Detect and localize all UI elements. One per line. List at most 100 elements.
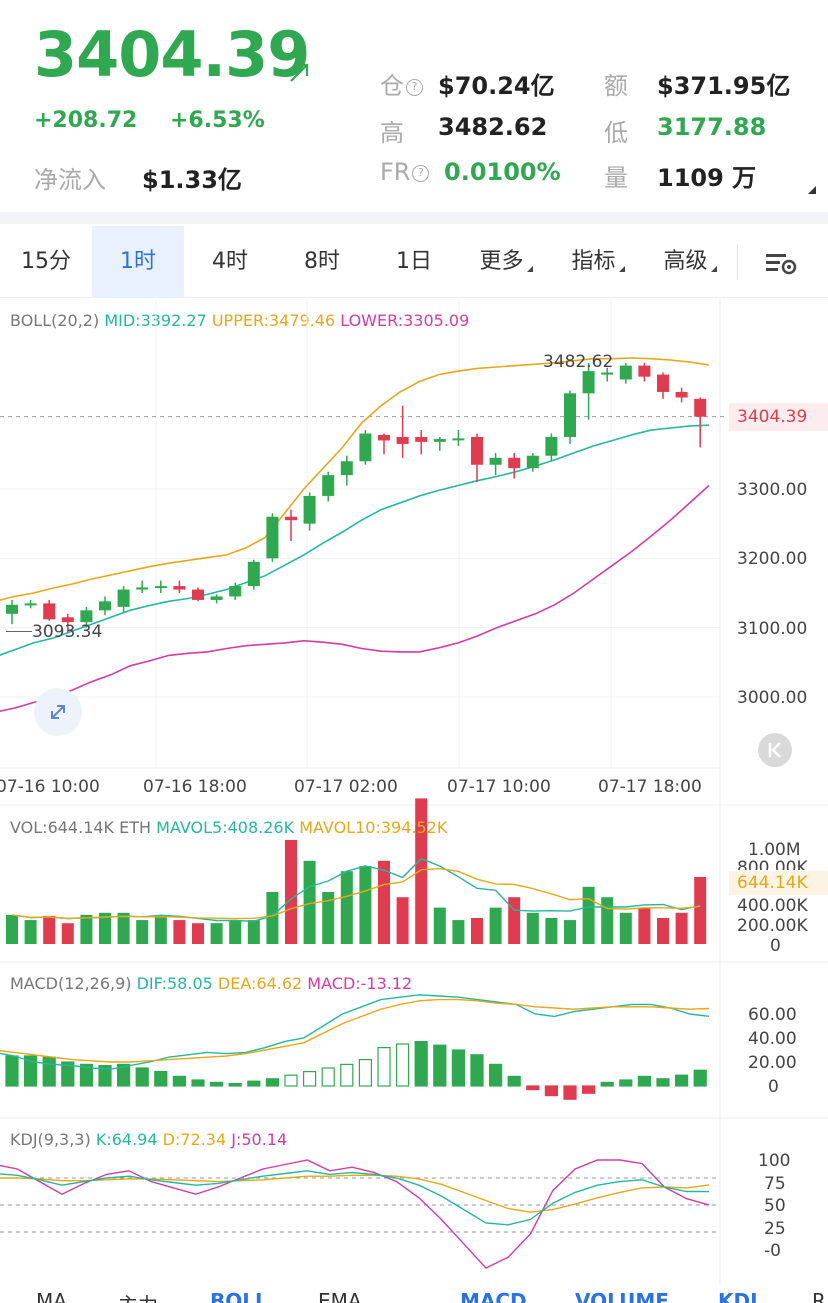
volume-bar xyxy=(657,918,669,944)
volume-bar xyxy=(117,912,130,944)
fullscreen-button[interactable] xyxy=(34,688,82,736)
candle-body xyxy=(340,461,353,476)
volume-bar xyxy=(359,866,372,944)
macd-axis: 0 xyxy=(768,1077,779,1097)
chart-settings-icon[interactable] xyxy=(764,250,798,276)
volume-bar xyxy=(24,920,37,944)
macd-histogram-bar xyxy=(247,1080,261,1087)
macd-histogram-bar xyxy=(377,1046,391,1087)
amount-value: $371.95亿 xyxy=(657,72,791,100)
amount-label: 额 xyxy=(604,72,628,100)
tab-1h[interactable]: 1时 xyxy=(92,226,184,298)
tab-indicators[interactable]: 指标 xyxy=(552,226,644,298)
macd-histogram-bar xyxy=(693,1069,707,1087)
candle-body xyxy=(471,437,483,465)
kdj-d-line xyxy=(0,1174,710,1213)
volume-bar xyxy=(154,915,167,944)
kdj-axis: 75 xyxy=(764,1174,786,1194)
candle-body xyxy=(638,365,651,377)
time-label: 07-17 18:00 xyxy=(598,777,702,797)
expand-icon xyxy=(51,705,65,719)
candle-body xyxy=(210,596,223,600)
vol-title: VOL:644.14K ETH xyxy=(10,818,152,837)
macd-histogram-bar xyxy=(228,1082,242,1087)
macd-axis: 20.00 xyxy=(748,1053,797,1073)
dropdown-icon xyxy=(710,266,717,272)
volume-bar xyxy=(433,907,446,944)
low-marker-line xyxy=(6,631,32,632)
kdj-k: K:64.94 xyxy=(95,1130,158,1149)
indicator-tab-volume[interactable]: VOLUME xyxy=(575,1289,669,1303)
price-axis-3000: 3000.00 xyxy=(737,688,808,708)
mavol10-line xyxy=(11,867,701,920)
macd-histogram-bar xyxy=(340,1063,354,1087)
funding-rate-value: 0.0100% xyxy=(444,158,561,186)
time-label: 07-16 10:00 xyxy=(0,777,100,797)
volume-bar xyxy=(564,920,576,944)
boll-lower-line xyxy=(0,484,710,713)
candle-body xyxy=(378,434,390,441)
volume-bar xyxy=(526,912,539,944)
indicator-tab-boll[interactable]: BOLL xyxy=(210,1289,268,1303)
candle-body xyxy=(489,457,502,465)
tab-1d[interactable]: 1日 xyxy=(368,226,460,298)
volume-bar xyxy=(619,912,632,944)
macd-dea: DEA:64.62 xyxy=(217,974,303,993)
low-marker: 3093.34 xyxy=(32,622,103,642)
tab-4h[interactable]: 4时 xyxy=(184,226,276,298)
macd-histogram-bar xyxy=(42,1056,56,1087)
candle-body xyxy=(285,516,297,521)
volume-bar xyxy=(675,912,688,944)
dropdown-icon xyxy=(526,266,533,272)
funding-rate-label: FR? xyxy=(380,158,430,186)
help-icon[interactable]: ? xyxy=(406,78,423,96)
candle-body xyxy=(601,372,614,375)
low-value: 3177.88 xyxy=(657,113,767,141)
scroll-to-latest-button[interactable] xyxy=(758,733,792,767)
volume-bar xyxy=(136,920,149,944)
volume-bar xyxy=(582,886,595,944)
tab-15m[interactable]: 15分 xyxy=(0,226,92,298)
help-icon[interactable]: ? xyxy=(412,164,430,182)
macd-histogram-bar xyxy=(451,1049,465,1087)
kdj-legend: KDJ(9,3,3) K:64.94 D:72.34 J:50.14 xyxy=(10,1130,287,1149)
kdj-d: D:72.34 xyxy=(162,1130,227,1149)
volume-bar xyxy=(452,920,465,944)
macd-histogram-bar xyxy=(5,1055,19,1087)
volume-bar xyxy=(471,918,483,944)
vol-axis: 200.00K xyxy=(737,916,808,936)
volume-bar xyxy=(638,907,651,944)
candle-body xyxy=(266,516,279,559)
macd-histogram-bar xyxy=(284,1074,298,1087)
indicator-tab-kdj[interactable]: KDJ xyxy=(718,1289,758,1303)
indicator-tab-macd[interactable]: MACD xyxy=(460,1289,527,1303)
vol-legend: VOL:644.14K ETH MAVOL5:408.26K MAVOL10:3… xyxy=(10,818,447,837)
kdj-axis: 100 xyxy=(758,1151,791,1171)
tab-more[interactable]: 更多 xyxy=(460,226,552,298)
indicator-tab-main-force[interactable]: 主力 xyxy=(118,1289,158,1303)
vol-axis: 400.00K xyxy=(737,896,808,916)
tab-8h[interactable]: 8时 xyxy=(276,226,368,298)
macd-histogram-bar xyxy=(581,1085,596,1094)
macd-axis: 60.00 xyxy=(748,1005,797,1025)
macd-histogram-bar xyxy=(507,1075,521,1087)
kdj-axis: -0 xyxy=(764,1241,781,1261)
indicator-tab-ma[interactable]: MA xyxy=(36,1289,67,1303)
vol-axis: 0 xyxy=(770,936,781,956)
time-label: 07-17 10:00 xyxy=(447,777,551,797)
indicator-tab-r[interactable]: R xyxy=(812,1289,826,1303)
indicator-tab-ema[interactable]: EMA xyxy=(318,1289,362,1303)
macd-histogram-bar xyxy=(674,1074,689,1087)
macd-histogram-bar xyxy=(563,1085,577,1100)
expand-corner-icon[interactable] xyxy=(808,186,816,194)
kdj-k-line xyxy=(0,1170,710,1226)
high-label: 高 xyxy=(380,119,404,147)
volume-bar xyxy=(61,923,74,944)
tab-advanced[interactable]: 高级 xyxy=(644,226,736,298)
candle-body xyxy=(433,439,446,442)
time-label: 07-17 02:00 xyxy=(294,777,398,797)
volume-value: 1109 万 xyxy=(657,164,757,192)
candle-body xyxy=(247,561,260,587)
macd-histogram-bar xyxy=(637,1075,652,1087)
vol-axis: 800.00K xyxy=(737,858,808,870)
